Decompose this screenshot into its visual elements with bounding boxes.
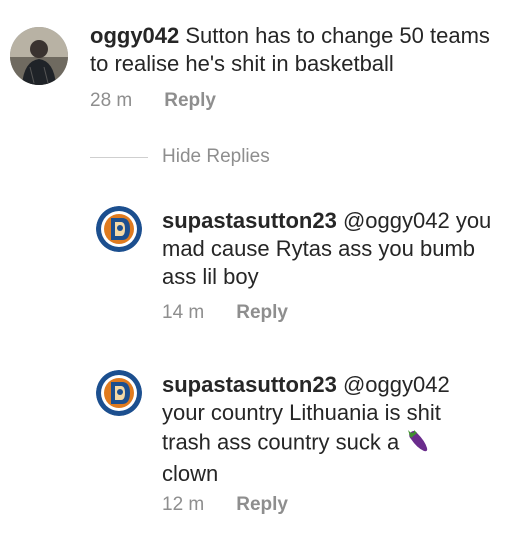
hide-replies-label[interactable]: Hide Replies [162,146,270,168]
reply-button[interactable]: Reply [164,90,216,112]
team-logo-icon [96,370,142,416]
team-logo-icon [96,206,142,252]
mention-link[interactable]: @oggy042 [343,372,450,397]
hide-replies-toggle[interactable]: Hide Replies [90,146,270,168]
reply-username[interactable]: supastasutton23 [162,372,337,397]
avatar[interactable] [96,206,142,252]
comment-text: oggy042 Sutton has to change 50 teams to… [90,22,500,78]
reply-meta: 12 m Reply [162,494,288,516]
mention-link[interactable]: @oggy042 [343,208,450,233]
reply-body: your country Lithuania is shit trash ass… [162,400,441,455]
reply-text: supastasutton23 @oggy042 your country Li… [162,371,482,488]
reply-button[interactable]: Reply [236,494,288,516]
avatar[interactable] [10,27,68,85]
comment-time: 28 m [90,90,133,111]
eggplant-icon [405,427,431,460]
user-avatar-icon [10,27,68,85]
reply-body-end: clown [162,461,219,486]
reply-time: 14 m [162,302,205,323]
comment-meta: 28 m Reply [90,90,216,112]
reply-button[interactable]: Reply [236,302,288,324]
avatar[interactable] [96,370,142,416]
reply-time: 12 m [162,494,205,515]
comment-username[interactable]: oggy042 [90,23,179,48]
reply-text: supastasutton23 @oggy042 you mad cause R… [162,207,507,291]
divider [90,156,148,158]
reply-meta: 14 m Reply [162,302,288,324]
reply-username[interactable]: supastasutton23 [162,208,337,233]
